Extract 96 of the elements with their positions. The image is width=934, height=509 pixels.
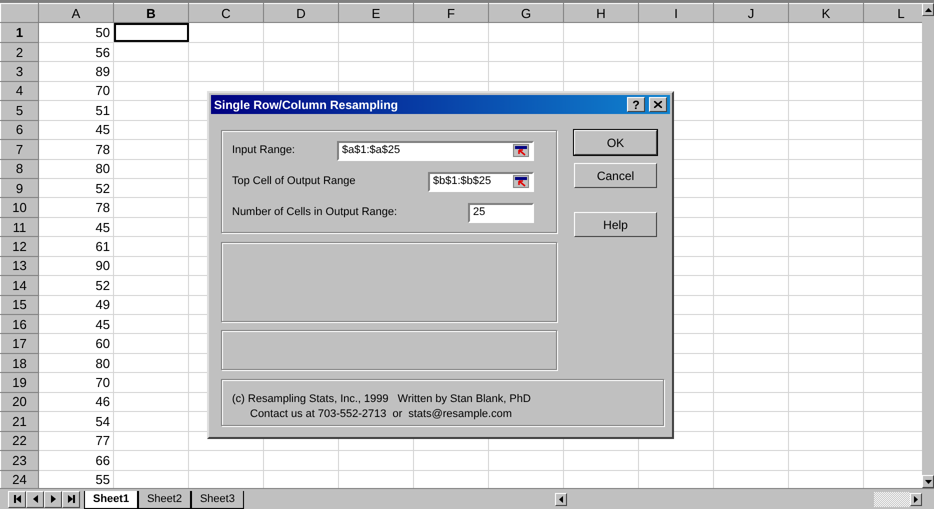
table-cell[interactable]: 46 <box>38 392 114 412</box>
left-arrow-icon <box>30 495 40 503</box>
table-cell[interactable]: 90 <box>38 256 114 276</box>
row-header[interactable]: 19 <box>0 372 38 392</box>
down-arrow-icon <box>924 480 932 484</box>
range-picker-icon[interactable] <box>513 175 529 188</box>
row-header[interactable]: 3 <box>0 62 38 82</box>
range-picker-icon[interactable] <box>513 144 529 157</box>
row-header[interactable]: 1 <box>0 22 38 42</box>
dialog-button[interactable]: OK <box>574 130 657 155</box>
column-header[interactable]: D <box>264 4 338 23</box>
table-cell[interactable]: 89 <box>38 62 114 82</box>
active-cell[interactable] <box>114 22 188 42</box>
row-header[interactable]: 7 <box>0 140 38 159</box>
column-header[interactable]: B <box>114 4 188 23</box>
help-button[interactable]: ? <box>627 97 645 112</box>
column-header[interactable]: G <box>488 4 564 23</box>
footer-text: (c) Resampling Stats, Inc., 1999 Written by Stan Blank, PhD <box>232 392 532 407</box>
first-arrow-icon <box>12 495 22 503</box>
row-header[interactable]: 15 <box>0 295 38 314</box>
table-cell[interactable]: 78 <box>38 198 114 218</box>
table-cell[interactable]: 70 <box>38 81 114 101</box>
table-cell[interactable]: 60 <box>38 334 114 354</box>
up-arrow-icon <box>924 8 932 12</box>
close-icon <box>654 101 662 108</box>
row-header[interactable]: 17 <box>0 334 38 354</box>
row-header[interactable]: 21 <box>0 412 38 432</box>
sheet-tab[interactable]: Sheet3 <box>190 491 244 509</box>
row-header[interactable]: 13 <box>0 256 38 276</box>
table-cell[interactable]: 49 <box>38 295 114 314</box>
row-header[interactable]: 5 <box>0 100 38 120</box>
table-cell[interactable]: 78 <box>38 140 114 159</box>
previous-sheet-button[interactable] <box>26 490 44 508</box>
row-header[interactable]: 4 <box>0 81 38 101</box>
field-label: Top Cell of Output Range <box>232 174 356 190</box>
scroll-right-button[interactable] <box>910 492 922 506</box>
column-header[interactable]: E <box>338 4 414 23</box>
column-header[interactable]: L <box>864 4 922 23</box>
row-header[interactable]: 24 <box>0 470 38 488</box>
table-cell[interactable]: 80 <box>38 353 114 373</box>
right-arrow-icon <box>914 496 918 502</box>
footer-text: Contact us at 703-552-2713 or stats@resample.com <box>249 407 513 422</box>
column-header[interactable]: I <box>638 4 714 23</box>
table-cell[interactable]: 45 <box>38 217 114 237</box>
table-cell[interactable]: 45 <box>38 120 114 140</box>
table-cell[interactable]: 61 <box>38 236 114 256</box>
last-sheet-button[interactable] <box>62 490 80 508</box>
row-header[interactable]: 18 <box>0 353 38 373</box>
row-header[interactable]: 20 <box>0 392 38 412</box>
table-cell[interactable]: 56 <box>38 42 114 62</box>
row-header[interactable]: 2 <box>0 42 38 62</box>
dialog-title: Single Row/Column Resampling <box>214 96 398 114</box>
column-header[interactable]: H <box>564 4 638 23</box>
first-sheet-button[interactable] <box>8 490 26 508</box>
scroll-up-button[interactable] <box>922 3 934 16</box>
table-cell[interactable]: 70 <box>38 372 114 392</box>
column-header[interactable]: A <box>38 4 114 23</box>
row-header[interactable]: 10 <box>0 198 38 218</box>
table-cell[interactable]: 77 <box>38 431 114 451</box>
row-header[interactable]: 23 <box>0 450 38 470</box>
dialog-button[interactable]: Help <box>574 212 657 237</box>
input-field[interactable]: $a$1:$a$25 <box>337 140 534 160</box>
table-cell[interactable]: 54 <box>38 412 114 432</box>
row-header[interactable]: 14 <box>0 276 38 296</box>
field-label: Input Range: <box>232 143 295 158</box>
input-field[interactable]: 25 <box>468 202 534 222</box>
table-cell[interactable]: 52 <box>38 178 114 198</box>
column-header[interactable]: K <box>788 4 864 23</box>
row-header[interactable]: 9 <box>0 178 38 198</box>
dialog-button[interactable]: Cancel <box>574 163 657 188</box>
right-arrow-icon <box>48 495 58 503</box>
field-label: Number of Cells in Output Range: <box>232 205 398 220</box>
scroll-left-button[interactable] <box>555 492 567 506</box>
row-header[interactable]: 22 <box>0 431 38 451</box>
column-header[interactable]: C <box>188 4 264 23</box>
table-cell[interactable]: 50 <box>38 22 114 42</box>
last-arrow-icon <box>66 495 76 503</box>
scroll-down-button[interactable] <box>922 475 934 488</box>
column-header[interactable]: F <box>414 4 488 23</box>
table-cell[interactable]: 51 <box>38 100 114 120</box>
input-field[interactable]: $b$1:$b$25 <box>428 172 534 192</box>
left-arrow-icon <box>559 496 563 502</box>
close-button[interactable] <box>649 97 667 112</box>
row-header[interactable]: 6 <box>0 120 38 140</box>
row-header[interactable]: 12 <box>0 236 38 256</box>
sheet-tab[interactable]: Sheet2 <box>138 491 191 509</box>
table-cell[interactable]: 45 <box>38 314 114 334</box>
table-cell[interactable]: 52 <box>38 276 114 296</box>
table-cell[interactable]: 66 <box>38 450 114 470</box>
row-header[interactable]: 11 <box>0 217 38 237</box>
column-header[interactable]: J <box>714 4 788 23</box>
row-header[interactable]: 8 <box>0 159 38 178</box>
sheet-tab[interactable]: Sheet1 <box>84 491 138 509</box>
next-sheet-button[interactable] <box>44 490 62 508</box>
table-cell[interactable]: 80 <box>38 159 114 178</box>
row-header[interactable]: 16 <box>0 314 38 334</box>
